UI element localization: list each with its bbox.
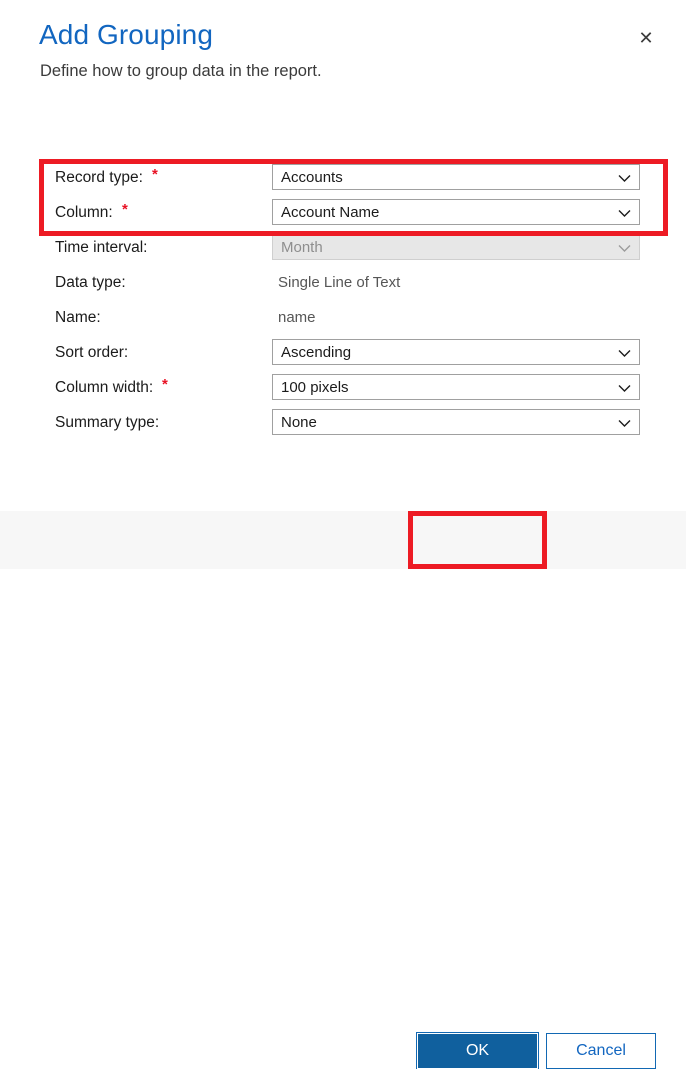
add-grouping-dialog: Add Grouping Define how to group data in… [0,0,686,1069]
page-title: Add Grouping [39,19,213,50]
form-row-time-interval: Time interval: Month [0,230,686,265]
dropdown-value-time-interval: Month [281,239,323,256]
dialog-subtitle: Define how to group data in the report. [40,62,322,80]
control-column: Account Name [272,199,640,225]
dropdown-column[interactable]: Account Name [272,199,640,225]
close-icon[interactable]: ✕ [632,24,660,52]
dropdown-sort-order[interactable]: Ascending [272,339,640,365]
control-data-type: Single Line of Text [272,269,640,295]
label-name: Name: [55,309,101,326]
label-column: Column: [55,204,113,221]
chevron-down-icon [618,207,631,220]
dropdown-record-type[interactable]: Accounts [272,164,640,190]
dialog-header: Add Grouping Define how to group data in… [0,0,686,110]
chevron-down-icon [618,382,631,395]
static-value-data-type: Single Line of Text [278,274,401,291]
form-row-column-width: Column width: * 100 pixels [0,370,686,405]
control-sort-order: Ascending [272,339,640,365]
form-row-summary-type: Summary type: None [0,405,686,440]
chevron-down-icon [618,417,631,430]
required-asterisk-column: * [122,201,128,218]
dropdown-summary-type[interactable]: None [272,409,640,435]
dropdown-value-sort-order: Ascending [281,344,352,361]
control-time-interval: Month [272,234,640,260]
control-column-width: 100 pixels [272,374,640,400]
cancel-button[interactable]: Cancel [546,1033,656,1069]
dialog-footer: OK Cancel [0,511,686,1069]
label-sort-order: Sort order: [55,344,129,361]
grouping-form: Record type: * Accounts Column: * Account Nam… [0,160,686,450]
label-time-interval: Time interval: [55,239,148,256]
dropdown-value-record-type: Accounts [281,169,343,186]
form-row-sort-order: Sort order: Ascending [0,335,686,370]
label-record-type: Record type: [55,169,143,186]
form-row-record-type: Record type: * Accounts [0,160,686,195]
form-row-data-type: Data type: Single Line of Text [0,265,686,300]
form-row-column: Column: * Account Name [0,195,686,230]
static-value-name: name [278,309,316,326]
label-summary-type: Summary type: [55,414,160,431]
ok-button[interactable]: OK [416,1032,539,1069]
required-asterisk-column-width: * [162,376,168,393]
dropdown-time-interval: Month [272,234,640,260]
control-record-type: Accounts [272,164,640,190]
form-row-name: Name: name [0,300,686,335]
dropdown-column-width[interactable]: 100 pixels [272,374,640,400]
required-asterisk-record-type: * [152,166,158,183]
chevron-down-icon [618,242,631,255]
label-data-type: Data type: [55,274,126,291]
label-column-width: Column width: [55,379,154,396]
chevron-down-icon [618,172,631,185]
dropdown-value-column-width: 100 pixels [281,379,349,396]
dropdown-value-summary-type: None [281,414,317,431]
dropdown-value-column: Account Name [281,204,380,221]
chevron-down-icon [618,347,631,360]
control-summary-type: None [272,409,640,435]
control-name: name [272,304,640,330]
